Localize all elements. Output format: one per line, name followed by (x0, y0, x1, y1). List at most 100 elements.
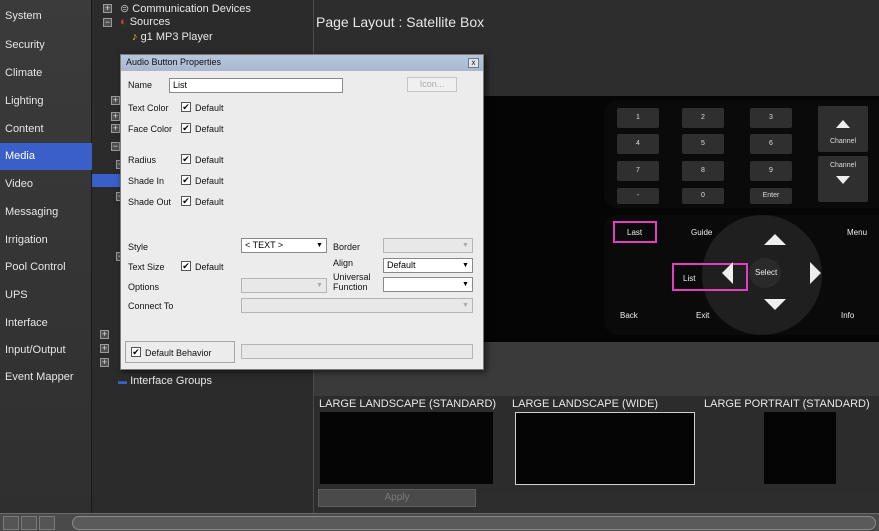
nav-item-irrigation[interactable]: Irrigation (0, 227, 92, 254)
nav-item-system[interactable]: System (0, 3, 92, 30)
tree-item-sources[interactable]: ◐ Sources (120, 16, 170, 28)
tree-item-label: Interface Groups (130, 375, 212, 387)
nav-item-lighting[interactable]: Lighting (0, 88, 92, 115)
nav-item-climate[interactable]: Climate (0, 60, 92, 87)
channel-down-button[interactable]: Channel (818, 156, 868, 202)
name-input[interactable]: List (169, 78, 343, 93)
default-label: Default (195, 103, 224, 113)
arrow-up-icon (836, 120, 850, 128)
expand-toggle[interactable]: + (100, 344, 109, 353)
text-size-label: Text Size (128, 262, 165, 272)
list-button[interactable]: List (683, 274, 695, 283)
key-8[interactable]: 8 (682, 161, 724, 181)
select-button[interactable]: Select (749, 258, 781, 288)
text-size-default-checkbox[interactable]: ✔ (181, 261, 191, 271)
face-color-default-checkbox[interactable]: ✔ (181, 123, 191, 133)
key-3[interactable]: 3 (750, 108, 792, 128)
guide-button[interactable]: Guide (691, 228, 712, 237)
tree-item-label: Communication Devices (132, 3, 251, 15)
status-field (72, 516, 876, 530)
tree-item-interface-groups[interactable]: ▬ Interface Groups (118, 375, 212, 387)
connect-to-dropdown[interactable]: ▼ (241, 298, 473, 313)
options-label: Options (128, 282, 160, 292)
info-button[interactable]: Info (841, 311, 854, 320)
nav-item-interface[interactable]: Interface (0, 310, 92, 337)
default-behavior-field[interactable] (241, 344, 473, 359)
expand-toggle[interactable]: + (111, 96, 120, 105)
exit-button[interactable]: Exit (696, 311, 709, 320)
default-label: Default (195, 262, 224, 272)
arrow-down-icon[interactable] (764, 299, 786, 310)
shade-out-default-checkbox[interactable]: ✔ (181, 196, 191, 206)
chevron-down-icon: ▼ (462, 281, 469, 288)
nav-item-messaging[interactable]: Messaging (0, 199, 92, 226)
nav-item-input-output[interactable]: Input/Output (0, 337, 92, 364)
radius-default-checkbox[interactable]: ✔ (181, 154, 191, 164)
status-bar (0, 513, 879, 531)
key-dash[interactable]: - (617, 188, 659, 204)
align-label: Align (333, 258, 354, 268)
collapse-toggle[interactable]: − (111, 142, 120, 151)
key-9[interactable]: 9 (750, 161, 792, 181)
back-button[interactable]: Back (620, 311, 638, 320)
layout-label: LARGE PORTRAIT (STANDARD) (704, 398, 870, 410)
close-button[interactable]: x (468, 58, 479, 68)
expand-toggle[interactable]: + (100, 358, 109, 367)
collapse-toggle[interactable]: − (103, 18, 112, 27)
key-enter[interactable]: Enter (750, 188, 792, 204)
tree-item-communication-devices[interactable]: ⊜ Communication Devices (120, 2, 251, 15)
style-value: < TEXT > (245, 240, 284, 250)
icon-button[interactable]: Icon... (407, 77, 457, 92)
nav-item-pool-control[interactable]: Pool Control (0, 254, 92, 281)
last-button[interactable]: Last (627, 228, 642, 237)
nav-item-media[interactable]: Media (0, 143, 92, 170)
radius-label: Radius (128, 155, 157, 165)
apply-button[interactable]: Apply (318, 489, 476, 507)
default-label: Default (195, 155, 224, 165)
dialog-titlebar[interactable]: Audio Button Properties x (121, 55, 483, 71)
layout-label: LARGE LANDSCAPE (WIDE) (512, 398, 659, 410)
nav-item-video[interactable]: Video (0, 171, 92, 198)
align-dropdown[interactable]: Default ▼ (383, 258, 473, 273)
expand-toggle[interactable]: + (103, 4, 112, 13)
arrow-right-icon[interactable] (810, 262, 821, 284)
layout-label: LARGE LANDSCAPE (STANDARD) (319, 398, 497, 410)
key-0[interactable]: 0 (682, 188, 724, 204)
arrow-down-icon (836, 176, 850, 184)
audio-button-properties-dialog: Audio Button Properties x Name List Icon… (120, 54, 484, 370)
nav-item-security[interactable]: Security (0, 32, 92, 59)
layout-thumb-large-landscape-wide[interactable] (515, 412, 695, 485)
nav-item-ups[interactable]: UPS (0, 282, 92, 309)
music-note-icon: ♪ (132, 31, 138, 43)
shade-in-default-checkbox[interactable]: ✔ (181, 175, 191, 185)
universal-function-dropdown[interactable]: ▼ (383, 277, 473, 292)
style-dropdown[interactable]: < TEXT > ▼ (241, 238, 327, 253)
nav-item-event-mapper[interactable]: Event Mapper (0, 364, 92, 391)
tree-item-g1-mp3-player[interactable]: ♪ g1 MP3 Player (132, 31, 213, 43)
channel-up-button[interactable]: Channel (818, 106, 868, 152)
border-dropdown[interactable]: ▼ (383, 238, 473, 253)
key-2[interactable]: 2 (682, 108, 724, 128)
expand-toggle[interactable]: + (111, 112, 120, 121)
arrow-up-icon[interactable] (764, 234, 786, 245)
default-behavior-label: Default Behavior (145, 348, 212, 358)
default-behavior-checkbox[interactable]: ✔ (131, 347, 141, 357)
nav-item-content[interactable]: Content (0, 116, 92, 143)
status-cell (3, 516, 19, 530)
expand-toggle[interactable]: + (100, 330, 109, 339)
key-1[interactable]: 1 (617, 108, 659, 128)
layout-thumb-large-landscape-standard[interactable] (320, 412, 493, 484)
arrow-left-icon[interactable] (722, 262, 733, 284)
key-6[interactable]: 6 (750, 134, 792, 154)
menu-button[interactable]: Menu (847, 228, 867, 237)
key-5[interactable]: 5 (682, 134, 724, 154)
interface-groups-icon: ▬ (118, 376, 127, 386)
category-nav: System Security Climate Lighting Content… (0, 0, 92, 513)
options-dropdown[interactable]: ▼ (241, 278, 327, 293)
expand-toggle[interactable]: + (111, 124, 120, 133)
universal-function-label: Universal Function (333, 272, 371, 292)
key-7[interactable]: 7 (617, 161, 659, 181)
layout-thumb-large-portrait-standard[interactable] (764, 412, 836, 484)
text-color-default-checkbox[interactable]: ✔ (181, 102, 191, 112)
key-4[interactable]: 4 (617, 134, 659, 154)
